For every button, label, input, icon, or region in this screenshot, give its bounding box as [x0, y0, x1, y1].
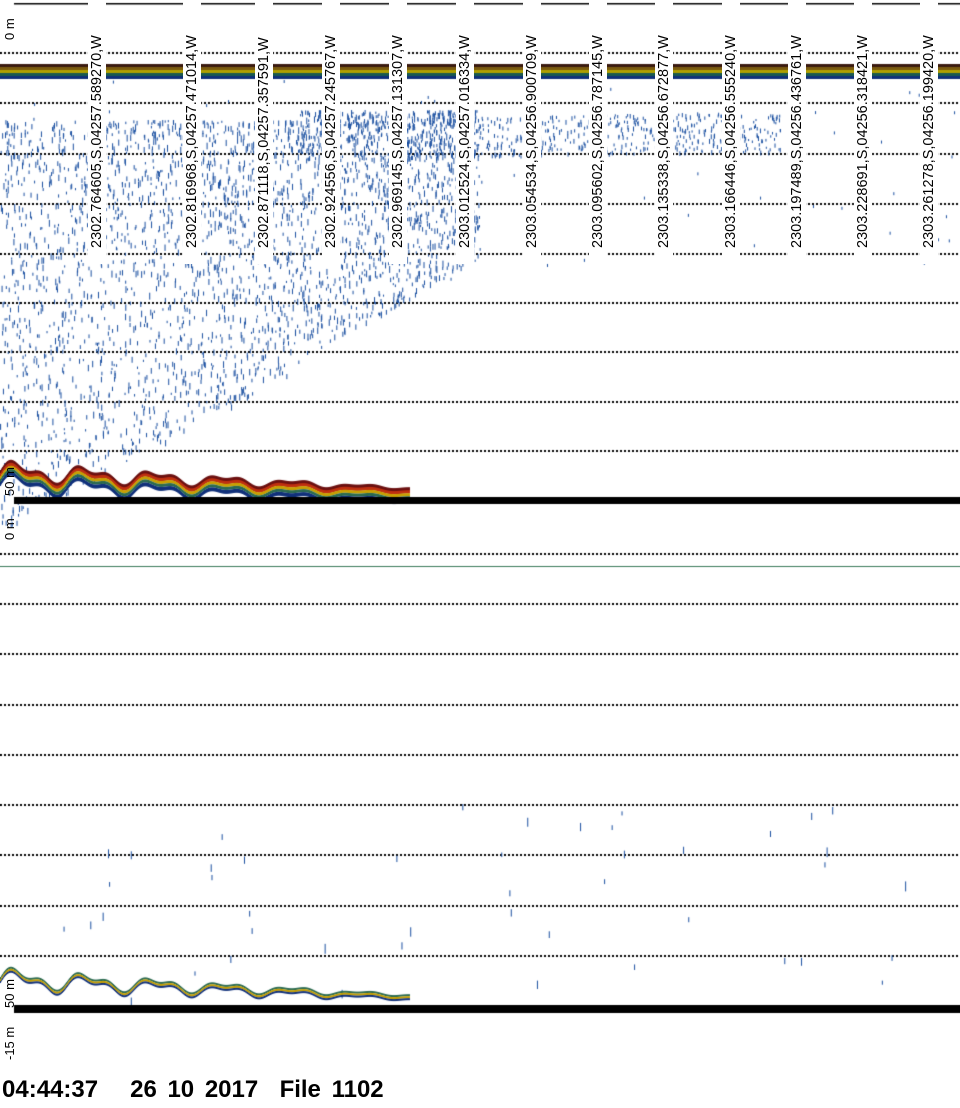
echogram-canvas — [0, 0, 960, 1108]
position-label-text: 2302.969145,S,04257.131307,W — [390, 35, 406, 248]
position-label-text: 2303.197489,S,04256.436761,W — [789, 35, 805, 248]
position-label-text: 2303.261278,S,04256.199420,W — [921, 35, 937, 248]
position-label: 2303.095602,S,04256.787145,W — [589, 0, 607, 264]
position-label: 2303.261278,S,04256.199420,W — [920, 0, 938, 264]
position-label: 2303.197489,S,04256.436761,W — [788, 0, 806, 264]
position-label: 2302.969145,S,04257.131307,W — [389, 0, 407, 264]
axis-label-bottom-50m: 50 m — [2, 979, 17, 1008]
position-label-text: 2302.764605,S,04257.589270,W — [89, 35, 105, 248]
footer-time: 04:44:37 — [2, 1076, 99, 1103]
position-label-text: 2302.924556,S,04257.245767,W — [323, 35, 339, 248]
position-label-text: 2303.095602,S,04256.787145,W — [590, 35, 606, 248]
footer-file: File 1102 — [279, 1076, 384, 1103]
position-label: 2302.871118,S,04257.357591,W — [255, 0, 273, 264]
position-label-text: 2303.012524,S,04257.016334,W — [457, 35, 473, 248]
axis-label-bottom-minus15m: -15 m — [2, 1026, 17, 1060]
status-footer: 04:44:37 26 10 2017 File 1102 — [2, 1076, 384, 1104]
position-label: 2303.228691,S,04256.318421,W — [854, 0, 872, 264]
position-label: 2303.166446,S,04256.555240,W — [722, 0, 740, 264]
position-label: 2303.135338,S,04256.672877,W — [655, 0, 673, 264]
position-label-text: 2303.166446,S,04256.555240,W — [723, 35, 739, 248]
position-label-text: 2302.871118,S,04257.357591,W — [256, 37, 272, 248]
axis-label-bottom-0m: 0 m — [2, 518, 17, 540]
position-label-text: 2303.135338,S,04256.672877,W — [656, 35, 672, 248]
position-label-text: 2302.816968,S,04257.471014,W — [184, 35, 200, 248]
position-label-text: 2303.054534,S,04256.900709,W — [524, 35, 540, 248]
echogram-view: 2302.764605,S,04257.589270,W 2302.816968,… — [0, 0, 960, 1108]
position-label: 2302.924556,S,04257.245767,W — [322, 0, 340, 264]
position-label: 2303.054534,S,04256.900709,W — [523, 0, 541, 264]
axis-label-top-50m: 50 m — [2, 467, 17, 496]
position-label-text: 2303.228691,S,04256.318421,W — [855, 35, 871, 248]
position-label: 2302.764605,S,04257.589270,W — [88, 0, 106, 264]
footer-date: 26 10 2017 — [130, 1076, 259, 1103]
position-label: 2302.816968,S,04257.471014,W — [183, 0, 201, 264]
position-label: 2303.012524,S,04257.016334,W — [456, 0, 474, 264]
axis-label-top-0m: 0 m — [2, 18, 17, 40]
